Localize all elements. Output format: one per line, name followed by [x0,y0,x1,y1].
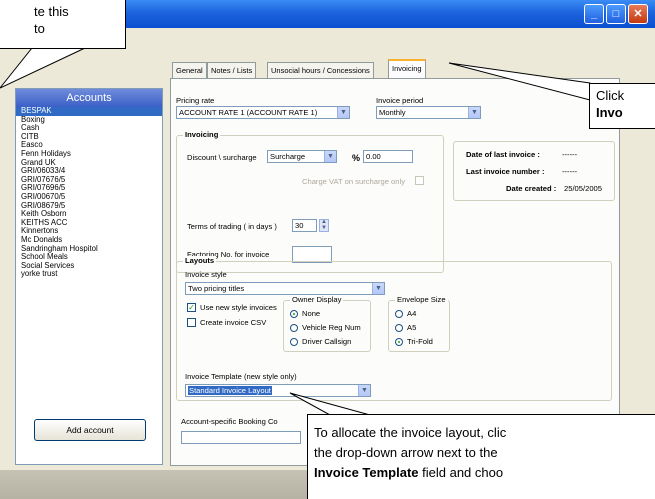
top-left-callout-line1: te this [34,4,69,19]
right-callout: Click Invo [589,83,655,129]
bottom-callout-rest: field and choo [418,465,504,480]
right-callout-line1: Click [596,88,625,103]
top-callout-pointer [0,47,86,89]
top-left-callout: te this to [0,0,126,49]
bottom-callout-line1: To allocate the invoice layout, clic [314,425,507,440]
bottom-callout: To allocate the invoice layout, clic the… [307,414,655,499]
top-left-callout-line2: to [34,21,45,36]
bottom-callout-bold: Invoice Template [314,465,419,480]
bottom-callout-pointer [289,392,371,416]
right-callout-line2: Invo [596,105,623,120]
bottom-callout-line3: Invoice Template field and choo [314,463,650,483]
right-callout-pointer [448,62,591,101]
bottom-callout-line2: the drop-down arrow next to the [314,445,498,460]
